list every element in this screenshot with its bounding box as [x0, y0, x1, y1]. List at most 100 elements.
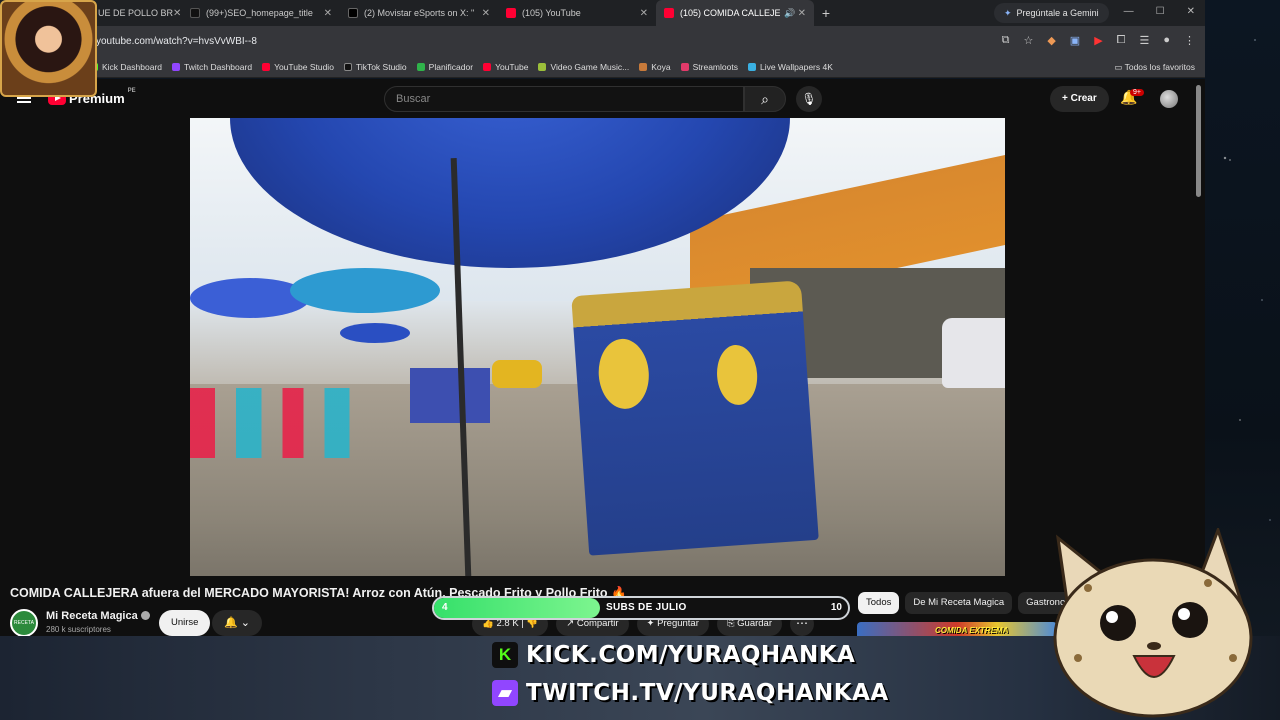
- extensions-puzzle-icon[interactable]: ⧠: [1117, 34, 1126, 47]
- gemini-label: Pregúntale a Gemini: [1016, 8, 1099, 18]
- video-scene-umbrella: [290, 268, 440, 313]
- bookmark-item[interactable]: YouTube Studio: [262, 62, 334, 72]
- notification-badge: 9+: [1130, 89, 1144, 96]
- bookmark-item[interactable]: Koya: [639, 62, 671, 72]
- voice-search-button[interactable]: 🎙: [796, 86, 822, 112]
- x-icon: [348, 8, 358, 18]
- video-player[interactable]: [190, 118, 1005, 576]
- close-window-icon[interactable]: ✕: [1187, 6, 1195, 17]
- browser-tab[interactable]: (105) YouTube ✕: [498, 0, 656, 26]
- kick-logo-icon: K: [492, 642, 518, 668]
- bookmark-item[interactable]: TikTok Studio: [343, 62, 407, 72]
- twitch-link: ▰ TWITCH.TV/YURAQHANKAA: [492, 680, 889, 706]
- bookmark-item[interactable]: Streamloots: [680, 62, 738, 72]
- audio-icon[interactable]: 🔊: [784, 8, 795, 19]
- subscriber-count: 280 k suscriptores: [46, 625, 111, 634]
- bookmark-item[interactable]: Video Game Music...: [538, 62, 629, 72]
- url-field[interactable]: youtube.com/watch?v=hvsVvWBI--8: [96, 36, 257, 47]
- translate-icon[interactable]: ▣: [1070, 34, 1080, 47]
- bookmarks-bar: Kick Dashboard Twitch Dashboard YouTube …: [0, 56, 1205, 78]
- thumbnail-text: COMIDA EXTREMA: [935, 626, 1009, 635]
- bookmark-icon: [639, 62, 648, 71]
- join-button[interactable]: Unirse: [159, 610, 211, 636]
- video-scene-umbrella: [340, 323, 410, 343]
- plus-icon: +: [1062, 93, 1071, 104]
- video-scene-mototaxi: [571, 280, 819, 556]
- bookmark-icon: [538, 62, 547, 71]
- browser-tab[interactable]: (99+)SEO_homepage_title ✕: [182, 0, 340, 26]
- tab-label: (99+)SEO_homepage_title: [206, 8, 313, 18]
- page-scrollbar[interactable]: [1196, 85, 1201, 197]
- create-button[interactable]: + Crear: [1050, 86, 1109, 112]
- bookmark-icon: [680, 62, 689, 71]
- gemini-button[interactable]: ✦ Pregúntale a Gemini: [994, 3, 1109, 23]
- channel-avatar[interactable]: RECETA MAGICA: [10, 609, 38, 650]
- maximize-icon[interactable]: ☐: [1156, 6, 1165, 17]
- bookmark-icon: [483, 62, 492, 71]
- video-scene-cart: [410, 368, 490, 423]
- bookmark-item[interactable]: Kick Dashboard: [90, 62, 162, 72]
- kick-url: KICK.COM/YURAQHANKA: [526, 642, 856, 668]
- close-icon[interactable]: ✕: [640, 8, 648, 19]
- youtube-header: Premium PE Buscar ⌕ 🎙 + Crear 🔔 9+: [0, 79, 1205, 119]
- streamer-webcam: [0, 0, 97, 97]
- browser-tab-bar: UE DE POLLO BR ✕ (99+)SEO_homepage_title…: [0, 0, 1205, 26]
- chevron-down-icon: ⌄: [240, 617, 250, 629]
- youtube-page: Premium PE Buscar ⌕ 🎙 + Crear 🔔 9+ COMID…: [0, 79, 1205, 720]
- sub-goal-target: 10: [830, 602, 842, 613]
- new-tab-button[interactable]: +: [814, 5, 838, 21]
- sub-goal-label: SUBS DE JULIO: [606, 602, 687, 613]
- bookmark-item[interactable]: YouTube: [483, 62, 528, 72]
- bookmark-icon: [343, 62, 352, 71]
- extension-icon[interactable]: ▶: [1094, 34, 1102, 47]
- chip-channel[interactable]: De Mi Receta Magica: [905, 592, 1013, 614]
- address-bar: youtube.com/watch?v=hvsVvWBI--8 ⧉ ☆ ◆ ▣ …: [0, 26, 1205, 56]
- cast-icon[interactable]: ⧉: [1002, 34, 1010, 47]
- video-scene-car: [942, 318, 1005, 388]
- close-icon[interactable]: ✕: [798, 8, 806, 19]
- close-icon[interactable]: ✕: [482, 8, 490, 19]
- sub-goal-progress-fill: [434, 598, 600, 618]
- tab-label: (2) Movistar eSports on X: ": [364, 8, 475, 18]
- channel-name[interactable]: Mi Receta Magica: [46, 610, 150, 622]
- bookmark-item[interactable]: Planificador: [416, 62, 473, 72]
- chip-todos[interactable]: Todos: [858, 592, 900, 614]
- bookmark-item[interactable]: Twitch Dashboard: [172, 62, 252, 72]
- folder-icon: ▭: [1114, 62, 1125, 72]
- close-icon[interactable]: ✕: [324, 8, 332, 19]
- video-scene-taxi: [492, 360, 542, 388]
- extension-icon[interactable]: ◆: [1047, 34, 1055, 47]
- twitch-logo-icon: ▰: [492, 680, 518, 706]
- youtube-icon: [506, 8, 516, 18]
- youtube-icon: [664, 8, 674, 18]
- sub-goal-bar: 4 SUBS DE JULIO 10: [432, 596, 850, 620]
- search-input[interactable]: Buscar: [384, 86, 744, 112]
- cat-mascot-icon: [1053, 528, 1253, 718]
- tab-label: UE DE POLLO BR: [98, 8, 174, 18]
- tab-label: (105) COMIDA CALLEJERA a: [680, 8, 780, 18]
- sub-goal-current: 4: [442, 602, 448, 613]
- minimize-icon[interactable]: —: [1124, 6, 1134, 17]
- browser-tab[interactable]: (2) Movistar eSports on X: " ✕: [340, 0, 498, 26]
- kick-link: K KICK.COM/YURAQHANKA: [492, 642, 855, 668]
- browser-tab-active[interactable]: (105) COMIDA CALLEJERA a 🔊 ✕: [656, 0, 814, 26]
- gemini-icon: ✦: [1004, 7, 1012, 18]
- reading-list-icon[interactable]: ☰: [1139, 34, 1149, 47]
- kebab-menu-icon[interactable]: ⋮: [1184, 34, 1195, 47]
- bookmark-icon: [747, 62, 756, 71]
- search-button[interactable]: ⌕: [744, 86, 786, 112]
- close-icon[interactable]: ✕: [173, 8, 181, 19]
- bookmark-icon: [262, 62, 271, 71]
- video-scene-stools: [190, 388, 400, 458]
- search-icon: ⌕: [761, 91, 769, 107]
- bookmark-item[interactable]: Live Wallpapers 4K: [747, 62, 833, 72]
- bookmark-icon: [416, 62, 425, 71]
- bookmark-star-icon[interactable]: ☆: [1023, 34, 1033, 47]
- profile-icon[interactable]: ●: [1163, 34, 1170, 47]
- tab-label: (105) YouTube: [522, 8, 581, 18]
- subscription-bell-button[interactable]: 🔔 ⌄: [212, 610, 262, 636]
- all-favorites[interactable]: ▭ Todos los favoritos: [1114, 62, 1195, 73]
- bookmark-icon: [172, 62, 181, 71]
- account-avatar[interactable]: [1160, 90, 1178, 108]
- bell-icon: 🔔: [224, 617, 238, 629]
